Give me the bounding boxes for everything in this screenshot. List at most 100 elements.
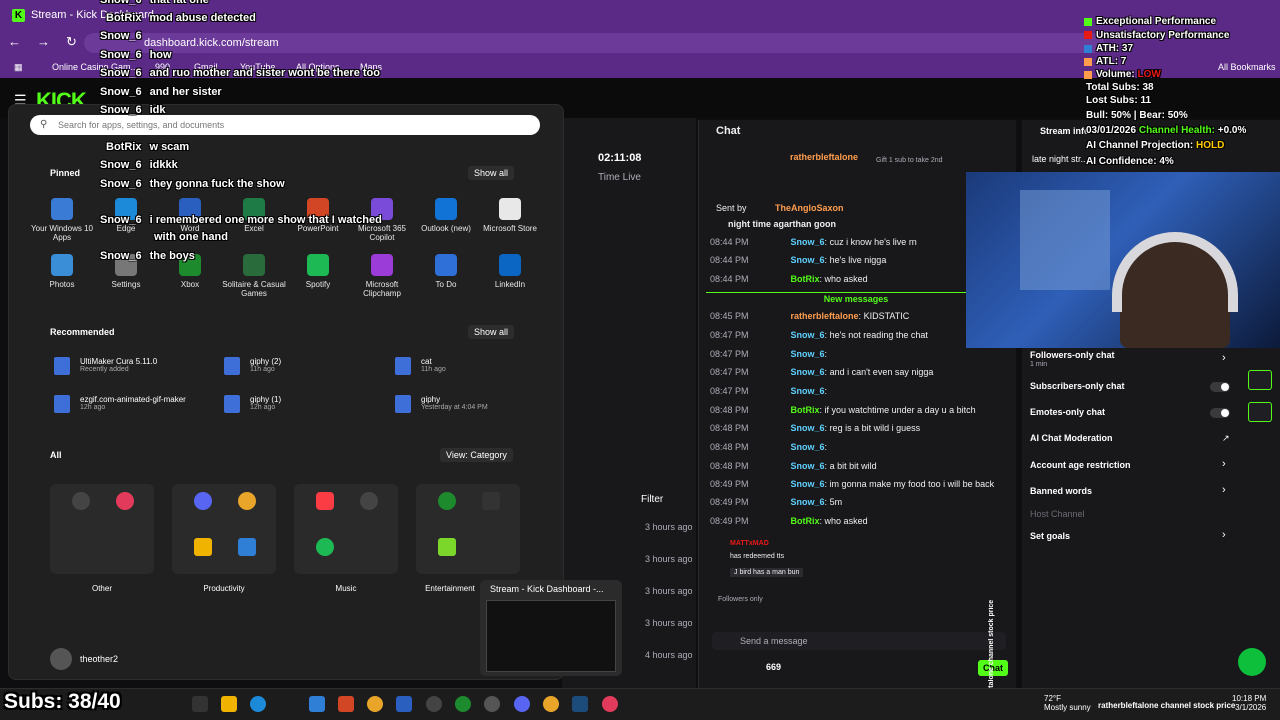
- chat-input[interactable]: Send a message: [712, 632, 1006, 650]
- overlay-chat-line: Snow_6 and her sister: [100, 86, 222, 98]
- recommended-show-all[interactable]: Show all: [468, 325, 515, 339]
- sent-by: Sent by TheAngloSaxon: [716, 203, 844, 213]
- new-messages-divider[interactable]: New messages: [706, 292, 1006, 304]
- message-username[interactable]: Snow_6: [791, 237, 825, 247]
- chat-message: 08:47 PM Snow_6: he's not reading the cha…: [710, 330, 928, 340]
- pin-app-icon[interactable]: [602, 696, 618, 712]
- recommended-item[interactable]: cat 11h ago: [395, 357, 446, 375]
- recommended-item[interactable]: giphy Yesterday at 4:04 PM: [395, 395, 488, 413]
- message-username[interactable]: BotRix: [791, 405, 820, 415]
- discord-icon[interactable]: [514, 696, 530, 712]
- recommended-item[interactable]: ezgif.com-animated-gif-maker 12h ago: [54, 395, 186, 413]
- side-tool-button[interactable]: [1248, 370, 1272, 390]
- message-username[interactable]: Snow_6: [791, 255, 825, 265]
- recommended-item[interactable]: giphy (1) 12h ago: [224, 395, 281, 413]
- chrome-icon[interactable]: [543, 696, 559, 712]
- subscribers-only-toggle[interactable]: [1210, 382, 1230, 392]
- category-entertainment[interactable]: [416, 484, 520, 574]
- message-username[interactable]: BotRix: [791, 274, 820, 284]
- message-text: cuz i know he's live rn: [829, 237, 917, 247]
- preview-thumbnail[interactable]: [486, 600, 616, 672]
- message-username[interactable]: Snow_6: [791, 423, 825, 433]
- weather-widget[interactable]: 72°F Mostly sunny: [1044, 694, 1091, 712]
- chrome-icon[interactable]: [367, 696, 383, 712]
- play-icon: [360, 492, 378, 510]
- followers-only-setting[interactable]: Followers-only chat: [1030, 350, 1115, 360]
- overlay-chat-line: Snow_6 idk: [100, 104, 165, 116]
- emotes-only-toggle[interactable]: [1210, 408, 1230, 418]
- app-label: To Do: [435, 280, 457, 289]
- message-time: 08:48 PM: [710, 442, 749, 452]
- steam-icon[interactable]: [484, 696, 500, 712]
- pinned-app[interactable]: Spotify: [286, 254, 350, 289]
- powerpoint-icon[interactable]: [338, 696, 354, 712]
- user-account[interactable]: theother2: [50, 648, 118, 670]
- set-goals-setting[interactable]: Set goals: [1030, 531, 1070, 541]
- stream-title: late night str...: [1032, 154, 1089, 164]
- address-input[interactable]: dashboard.kick.com/stream: [84, 33, 1104, 53]
- preview-title: Stream - Kick Dashboard -...: [490, 584, 604, 594]
- pinned-app[interactable]: To Do: [414, 254, 478, 289]
- view-category-dropdown[interactable]: View: Category: [440, 448, 513, 462]
- task-view-icon[interactable]: [192, 696, 208, 712]
- pinned-app[interactable]: Microsoft Store: [478, 198, 542, 233]
- chevron-right-icon[interactable]: ›: [1222, 458, 1226, 470]
- banned-words-setting[interactable]: Banned words: [1030, 486, 1092, 496]
- reload-icon[interactable]: ↻: [66, 34, 77, 50]
- app-label: LinkedIn: [494, 280, 526, 289]
- category-music[interactable]: [294, 484, 398, 574]
- app-icon[interactable]: [309, 696, 325, 712]
- chat-message: 08:44 PM Snow_6: cuz i know he's live rn: [710, 237, 917, 247]
- message-username[interactable]: Snow_6: [791, 461, 825, 471]
- file-icon: [395, 395, 411, 413]
- recommended-item[interactable]: UltiMaker Cura 5.11.0 Recently added: [54, 357, 157, 375]
- chevron-right-icon[interactable]: ›: [1222, 529, 1226, 541]
- message-username[interactable]: Snow_6: [791, 497, 825, 507]
- file-explorer-icon[interactable]: [221, 696, 237, 712]
- pinned-app[interactable]: Solitaire & Casual Games: [222, 254, 286, 298]
- pinned-app[interactable]: Your Windows 10 Apps: [30, 198, 94, 242]
- category-productivity[interactable]: [172, 484, 276, 574]
- recommended-item[interactable]: giphy (2) 11h ago: [224, 357, 281, 375]
- pinned-show-all[interactable]: Show all: [468, 166, 515, 180]
- category-other[interactable]: [50, 484, 154, 574]
- all-bookmarks[interactable]: All Bookmarks: [1218, 62, 1276, 72]
- xbox-icon[interactable]: [455, 696, 471, 712]
- message-username[interactable]: Snow_6: [791, 330, 825, 340]
- obs-icon[interactable]: [426, 696, 442, 712]
- message-username[interactable]: Snow_6: [791, 349, 825, 359]
- word-icon[interactable]: [396, 696, 412, 712]
- steam-icon[interactable]: [572, 696, 588, 712]
- chevron-right-icon[interactable]: ›: [1222, 352, 1226, 364]
- external-link-icon[interactable]: ↗: [1222, 433, 1230, 444]
- subscribers-only-setting: Subscribers-only chat: [1030, 381, 1125, 391]
- pinned-app[interactable]: Photos: [30, 254, 94, 289]
- app-icon: [435, 198, 457, 220]
- message-username[interactable]: Snow_6: [791, 367, 825, 377]
- chevron-right-icon[interactable]: ›: [1222, 484, 1226, 496]
- system-clock[interactable]: 10:18 PM 3/1/2026: [1232, 694, 1266, 712]
- age-restriction-setting[interactable]: Account age restriction: [1030, 460, 1131, 470]
- back-icon[interactable]: ←: [8, 34, 21, 50]
- message-username[interactable]: BotRix: [791, 516, 820, 526]
- side-tool-button[interactable]: [1248, 402, 1272, 422]
- message-username[interactable]: Snow_6: [791, 442, 825, 452]
- message-username[interactable]: Snow_6: [791, 479, 825, 489]
- ai-moderation-setting[interactable]: AI Chat Moderation: [1030, 433, 1113, 443]
- start-search-input[interactable]: Search for apps, settings, and documents: [30, 115, 540, 135]
- message-username[interactable]: ratherbleftalone: [791, 311, 859, 321]
- forward-icon[interactable]: →: [37, 34, 50, 50]
- item-subtitle: 11h ago: [250, 366, 275, 373]
- filter-button[interactable]: Filter: [641, 494, 663, 505]
- edge-icon[interactable]: [250, 696, 266, 712]
- apps-icon[interactable]: ▦: [14, 62, 23, 73]
- help-button[interactable]: [1238, 648, 1266, 676]
- message-text: im gonna make my food too i will be back: [829, 479, 995, 489]
- pinned-app[interactable]: LinkedIn: [478, 254, 542, 289]
- category-label: Entertainment: [425, 584, 475, 593]
- ai-projection: AI Channel Projection: HOLD: [1086, 140, 1225, 151]
- pinned-app[interactable]: Microsoft Clipchamp: [350, 254, 414, 298]
- file-icon: [224, 357, 240, 375]
- pinned-app[interactable]: Outlook (new): [414, 198, 478, 233]
- message-username[interactable]: Snow_6: [791, 386, 825, 396]
